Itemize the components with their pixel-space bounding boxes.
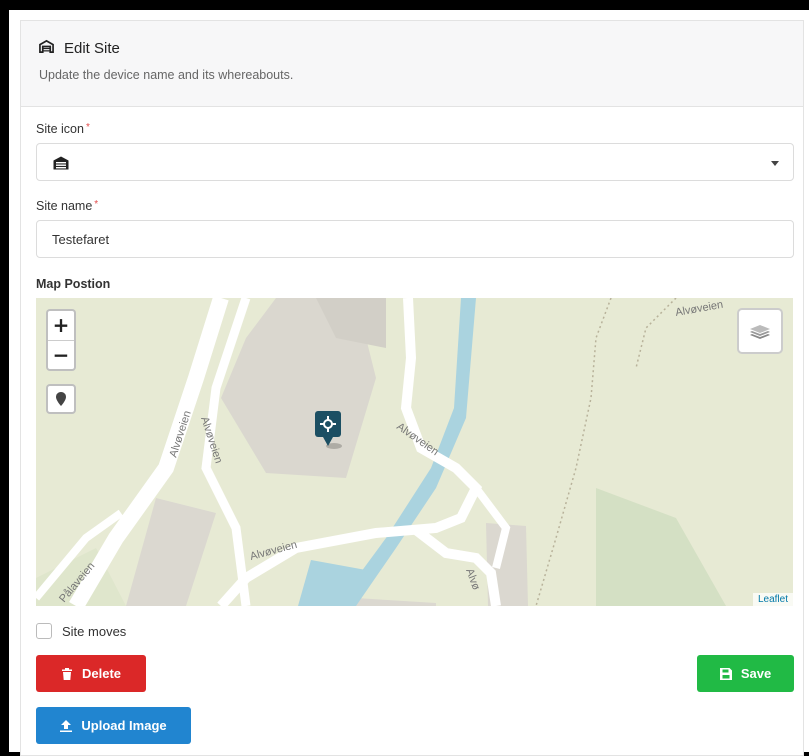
page-title: Edit Site — [64, 40, 120, 57]
site-name-label: Site name * — [36, 199, 98, 213]
zoom-in-button[interactable]: + — [48, 311, 74, 340]
layers-icon — [750, 325, 770, 339]
save-button-label: Save — [740, 666, 772, 681]
required-asterisk: * — [94, 199, 99, 210]
upload-image-button[interactable]: Upload Image — [36, 707, 191, 744]
site-icon-label-text: Site icon — [36, 122, 84, 136]
zoom-control: + − — [46, 309, 76, 371]
delete-button[interactable]: Delete — [36, 655, 146, 692]
street-label: Alvøveien — [198, 415, 224, 465]
save-icon — [719, 667, 732, 680]
site-moves-label: Site moves — [62, 623, 127, 639]
panel-title-row: Edit Site — [39, 39, 785, 58]
location-marker-icon — [315, 411, 342, 449]
upload-icon — [60, 719, 73, 732]
leaflet-attribution-link[interactable]: Leaflet — [752, 593, 793, 606]
page-subtitle: Update the device name and its whereabou… — [39, 68, 294, 82]
site-moves-checkbox[interactable] — [36, 623, 52, 639]
site-location-marker[interactable] — [314, 410, 342, 455]
trash-icon — [61, 667, 72, 680]
layers-button[interactable] — [737, 308, 783, 354]
save-button[interactable]: Save — [697, 655, 794, 692]
delete-button-label: Delete — [81, 666, 122, 681]
map-position-label: Map Postion — [36, 277, 111, 291]
edit-site-panel: Edit Site Update the device name and its… — [20, 20, 804, 756]
required-asterisk: * — [85, 122, 90, 133]
map-tiles: Alvøveien Alvøveien Alvøveien Alvøveien … — [36, 298, 726, 606]
zoom-out-button[interactable]: − — [48, 340, 74, 370]
place-marker-button[interactable] — [46, 384, 76, 414]
page-frame: Edit Site Update the device name and its… — [9, 10, 809, 756]
panel-header: Edit Site Update the device name and its… — [21, 21, 803, 107]
site-name-label-text: Site name — [36, 199, 93, 213]
site-name-input[interactable] — [36, 220, 794, 258]
upload-button-label: Upload Image — [81, 718, 167, 733]
street-label: Alvøveien — [674, 299, 724, 319]
site-moves-row[interactable]: Site moves — [36, 623, 126, 639]
site-icon-label: Site icon * — [36, 122, 90, 136]
map-pin-icon — [56, 392, 66, 406]
chevron-down-icon[interactable] — [771, 161, 779, 166]
street-label: Alvø — [463, 567, 482, 592]
map-view[interactable]: Alvøveien Alvøveien Alvøveien Alvøveien … — [36, 298, 793, 606]
garage-icon — [39, 39, 54, 58]
site-icon-select[interactable] — [36, 143, 794, 181]
garage-icon — [53, 156, 69, 170]
